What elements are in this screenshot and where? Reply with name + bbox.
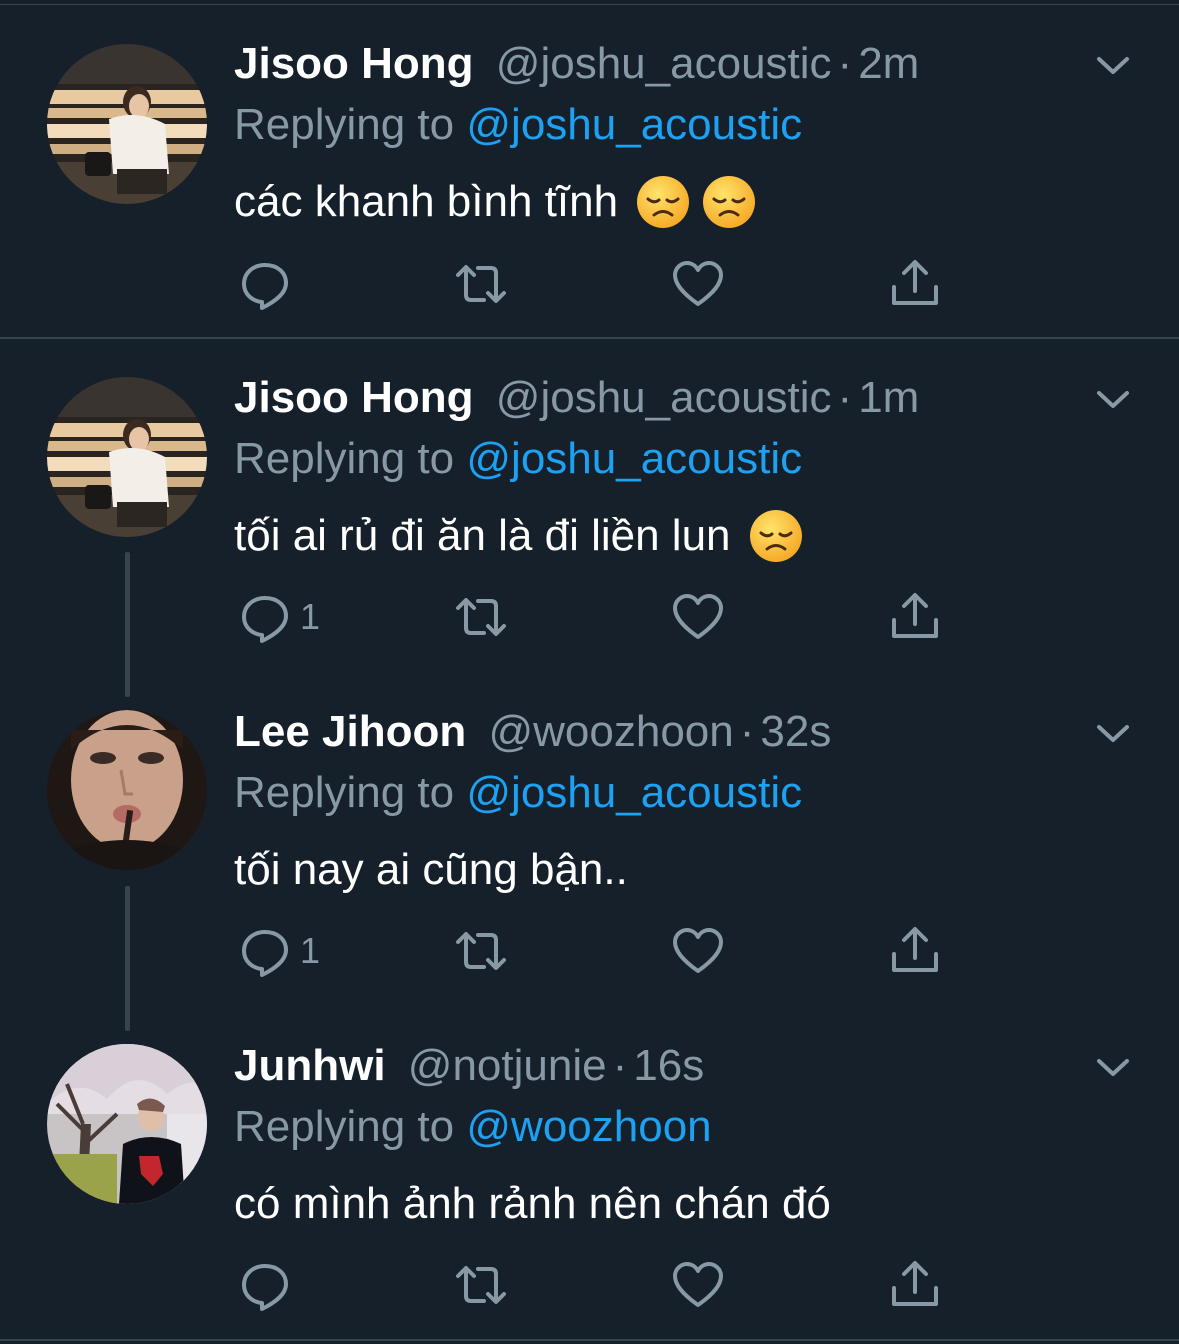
timestamp[interactable]: 32s xyxy=(760,707,831,756)
like-button[interactable] xyxy=(671,1255,725,1315)
separator-dot: · xyxy=(612,1041,628,1090)
tweet-actions: 1 xyxy=(234,921,954,981)
replying-to-line: Replying to @joshu_acoustic xyxy=(234,431,802,487)
user-handle[interactable]: @notjunie xyxy=(408,1041,607,1090)
reply-count: 1 xyxy=(300,930,321,971)
like-button[interactable] xyxy=(671,921,725,981)
reply-button[interactable] xyxy=(238,1255,300,1315)
display-name[interactable]: Jisoo Hong xyxy=(234,373,474,422)
replying-to-line: Replying to @joshu_acoustic xyxy=(234,765,802,821)
tweet-text-content: có mình ảnh rảnh nên chán đó xyxy=(234,1179,831,1228)
avatar-photo xyxy=(47,710,207,870)
replying-to-line: Replying to @woozhoon xyxy=(234,1099,712,1155)
tweet-4[interactable]: Junhwi @notjunie · 16s Replying to @woozho… xyxy=(0,1008,1179,1338)
reply-icon xyxy=(242,930,288,977)
retweet-button[interactable] xyxy=(454,587,508,647)
share-button[interactable] xyxy=(888,921,942,981)
disappointed-face-emoji xyxy=(749,510,802,562)
tweet-text-content: tối nay ai cũng bận.. xyxy=(234,845,628,894)
tweet-actions xyxy=(234,1255,954,1315)
display-name[interactable]: Junhwi xyxy=(234,1041,386,1090)
like-button[interactable] xyxy=(671,254,725,314)
tweet-actions xyxy=(234,254,954,314)
tweet-3[interactable]: Lee Jihoon @woozhoon · 32s Replying to @jo… xyxy=(0,674,1179,1031)
reply-icon xyxy=(242,263,288,310)
share-icon xyxy=(892,260,938,305)
retweet-button[interactable] xyxy=(454,254,508,314)
share-icon xyxy=(892,593,938,638)
user-handle[interactable]: @woozhoon xyxy=(488,707,733,756)
replying-mention[interactable]: @joshu_acoustic xyxy=(466,768,802,817)
disappointed-face-emoji xyxy=(703,176,756,228)
replying-prefix: Replying to xyxy=(234,768,455,817)
replying-prefix: Replying to xyxy=(234,434,455,483)
retweet-icon xyxy=(456,598,506,636)
share-button[interactable] xyxy=(888,254,942,314)
like-icon xyxy=(673,261,723,306)
user-handle[interactable]: @joshu_acoustic xyxy=(496,39,832,88)
replying-mention[interactable]: @joshu_acoustic xyxy=(466,434,802,483)
user-handle[interactable]: @joshu_acoustic xyxy=(496,373,832,422)
retweet-button[interactable] xyxy=(454,921,508,981)
tweet-header: Junhwi @notjunie · 16s xyxy=(234,1038,704,1094)
timestamp[interactable]: 1m xyxy=(858,373,919,422)
reply-button[interactable] xyxy=(238,254,300,314)
tweet-2[interactable]: Jisoo Hong @joshu_acoustic · 1m Replying t… xyxy=(0,340,1179,697)
reply-count: 1 xyxy=(300,596,321,637)
tweet-text: tối nay ai cũng bận.. xyxy=(234,838,628,902)
retweet-button[interactable] xyxy=(454,1255,508,1315)
tweet-text: tối ai rủ đi ăn là đi liền lun xyxy=(234,504,803,568)
replying-prefix: Replying to xyxy=(234,100,455,149)
avatar-junhwi[interactable] xyxy=(47,1044,207,1204)
reply-icon xyxy=(242,596,288,643)
separator-dot: · xyxy=(837,39,853,88)
tweet-header: Jisoo Hong @joshu_acoustic · 2m xyxy=(234,36,919,92)
display-name[interactable]: Lee Jihoon xyxy=(234,707,466,756)
replying-mention[interactable]: @joshu_acoustic xyxy=(466,100,802,149)
tweet-header: Lee Jihoon @woozhoon · 32s xyxy=(234,704,831,760)
separator-dot: · xyxy=(837,373,853,422)
retweet-icon xyxy=(456,932,506,970)
tweet-text-content: tối ai rủ đi ăn là đi liền lun xyxy=(234,511,731,560)
avatar-jisoo[interactable] xyxy=(47,377,207,537)
share-button[interactable] xyxy=(888,587,942,647)
like-icon xyxy=(673,1262,723,1307)
chevron-down-icon[interactable] xyxy=(1090,376,1136,422)
chevron-down-icon[interactable] xyxy=(1090,710,1136,756)
avatar-jihoon[interactable] xyxy=(47,710,207,870)
disappointed-face-emoji xyxy=(637,176,690,228)
timestamp[interactable]: 2m xyxy=(858,39,919,88)
tweet-divider xyxy=(0,1339,1179,1341)
replying-prefix: Replying to xyxy=(234,1102,455,1151)
tweet-text: có mình ảnh rảnh nên chán đó xyxy=(234,1172,831,1236)
replying-to-line: Replying to @joshu_acoustic xyxy=(234,97,802,153)
avatar-photo xyxy=(47,44,207,204)
tweet-1[interactable]: Jisoo Hong @joshu_acoustic · 2m Replying t… xyxy=(0,0,1179,338)
retweet-icon xyxy=(456,1266,506,1304)
chevron-down-icon[interactable] xyxy=(1090,1044,1136,1090)
replying-mention[interactable]: @woozhoon xyxy=(466,1102,711,1151)
like-icon xyxy=(673,594,723,639)
tweet-text-content: các khanh bình tĩnh xyxy=(234,177,619,226)
share-icon xyxy=(892,1261,938,1306)
tweet-text: các khanh bình tĩnh xyxy=(234,170,756,234)
reply-button[interactable]: 1 xyxy=(238,921,320,981)
reply-icon xyxy=(242,1264,288,1311)
chevron-down-icon[interactable] xyxy=(1090,42,1136,88)
retweet-icon xyxy=(456,265,506,303)
separator-dot: · xyxy=(739,707,755,756)
share-icon xyxy=(892,927,938,972)
tweet-header: Jisoo Hong @joshu_acoustic · 1m xyxy=(234,370,919,426)
reply-button[interactable]: 1 xyxy=(238,587,320,647)
avatar-jisoo[interactable] xyxy=(47,44,207,204)
timestamp[interactable]: 16s xyxy=(633,1041,704,1090)
like-button[interactable] xyxy=(671,587,725,647)
tweet-actions: 1 xyxy=(234,587,954,647)
avatar-photo xyxy=(47,1044,207,1204)
display-name[interactable]: Jisoo Hong xyxy=(234,39,474,88)
avatar-photo xyxy=(47,377,207,537)
like-icon xyxy=(673,928,723,973)
tweet-divider xyxy=(0,337,1179,339)
share-button[interactable] xyxy=(888,1255,942,1315)
